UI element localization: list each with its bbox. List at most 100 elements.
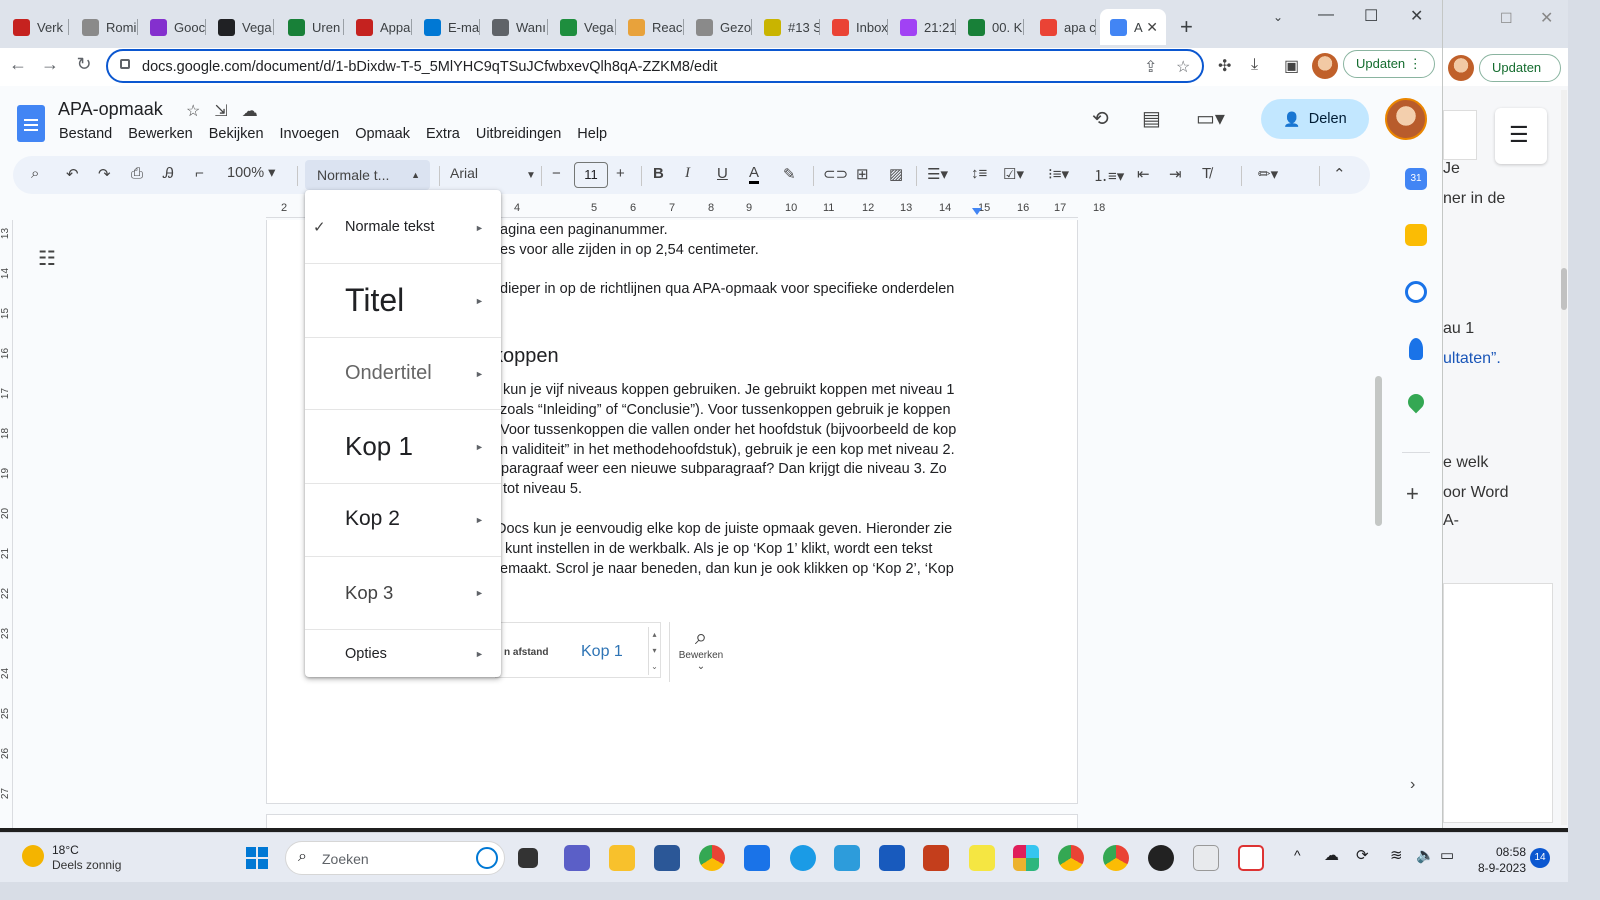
bookmark-star-icon[interactable]: ☆ — [1176, 57, 1190, 77]
back-icon[interactable]: ← — [6, 54, 30, 75]
tab[interactable]: E-ma — [414, 9, 480, 45]
wifi-icon[interactable]: ≋ — [1390, 846, 1403, 864]
document-page-next[interactable] — [266, 814, 1078, 828]
tab[interactable]: Inbox — [822, 9, 888, 45]
add-comment-icon[interactable]: ⊞ — [856, 165, 869, 183]
update-button[interactable]: Updaten ⋮ — [1343, 50, 1435, 78]
body-text-line[interactable]: agina een paginanummer. — [500, 222, 668, 238]
zoom-select[interactable]: 100% ▾ — [227, 165, 275, 181]
bulleted-list-icon[interactable]: ⁝≡▾ — [1048, 165, 1069, 183]
bg-link[interactable]: ultaten”. — [1443, 350, 1501, 368]
notification-badge[interactable]: 14 — [1530, 848, 1550, 868]
menu-item-uitbreidingen[interactable]: Uitbreidingen — [476, 126, 561, 142]
underline-icon[interactable]: U — [717, 165, 728, 182]
numbered-list-icon[interactable]: ⒈≡▾ — [1093, 165, 1124, 186]
maps-icon[interactable] — [1404, 390, 1428, 414]
body-text-line[interactable]: es voor alle zijden in op 2,54 centimete… — [500, 242, 759, 258]
menu-item-bekijken[interactable]: Bekijken — [209, 126, 264, 142]
body-text-line[interactable]: emaakt. Scrol je naar beneden, dan kun j… — [500, 561, 954, 577]
file-explorer-icon[interactable] — [609, 845, 635, 871]
spellcheck-icon[interactable]: Ꭿ — [163, 165, 174, 182]
print-icon[interactable]: ⎙ — [131, 165, 143, 182]
profile-avatar[interactable] — [1312, 53, 1338, 79]
collapse-menus-icon[interactable]: ⌃ — [1333, 165, 1346, 183]
app-icon[interactable] — [834, 845, 860, 871]
lock-icon[interactable] — [120, 59, 130, 69]
task-view-icon[interactable] — [518, 848, 538, 868]
minimize-icon[interactable]: — — [1318, 6, 1334, 24]
media-player-icon[interactable] — [1148, 845, 1174, 871]
line-spacing-icon[interactable]: ↕≡ — [971, 165, 987, 182]
store-icon[interactable] — [654, 845, 680, 871]
powerpoint-icon[interactable] — [923, 845, 949, 871]
style-option-title[interactable]: Titel ► — [305, 264, 501, 338]
search-menus-icon[interactable]: ⌕ — [31, 165, 39, 182]
forward-icon[interactable]: → — [38, 54, 62, 75]
link-icon[interactable]: ⊂⊃ — [823, 165, 848, 183]
version-history-icon[interactable]: ⟲ — [1092, 106, 1109, 131]
tab[interactable]: #13 S — [754, 9, 820, 45]
calendar-icon[interactable]: 31 — [1405, 168, 1427, 190]
side-panel-icon[interactable]: ▣ — [1284, 56, 1299, 76]
star-icon[interactable]: ☆ — [186, 103, 214, 120]
menu-item-extra[interactable]: Extra — [426, 126, 460, 142]
font-select[interactable]: Arial ▼ — [450, 165, 536, 181]
body-text-line[interactable]: Docs kun je eenvoudig elke kop de juiste… — [496, 521, 952, 537]
tab[interactable]: Romi — [72, 9, 138, 45]
insert-image-icon[interactable]: ▨ — [889, 165, 903, 183]
checklist-icon[interactable]: ☑▾ — [1003, 165, 1024, 183]
paragraph-style-select[interactable]: Normale t... — [305, 160, 430, 190]
body-text-line[interactable]: paragraaf weer een nieuwe subparagraaf? … — [501, 461, 947, 477]
tab[interactable]: Reac — [618, 9, 684, 45]
clear-formatting-icon[interactable]: T̸ — [1202, 165, 1211, 182]
menu-button[interactable]: ☰ — [1495, 108, 1547, 164]
volume-icon[interactable]: 🔈 — [1416, 846, 1435, 864]
contacts-icon[interactable] — [1409, 338, 1423, 360]
tab[interactable]: Gooc — [140, 9, 206, 45]
mijnhp-icon[interactable] — [744, 845, 770, 871]
tab[interactable]: Gezo — [686, 9, 752, 45]
menu-item-bewerken[interactable]: Bewerken — [128, 126, 192, 142]
chrome-profile-icon[interactable] — [1058, 845, 1084, 871]
docs-logo-icon[interactable] — [17, 105, 45, 142]
maximize-icon[interactable]: ☐ — [1500, 10, 1513, 27]
reload-icon[interactable]: ↻ — [72, 54, 96, 75]
tab-close-icon[interactable]: ✕ — [1146, 19, 1158, 36]
style-option-normal[interactable]: ✓ Normale tekst ► — [305, 190, 501, 264]
update-button-2[interactable]: Updaten — [1479, 54, 1561, 82]
document-outline-icon[interactable]: ☷ — [38, 246, 56, 271]
cloud-status-icon[interactable]: ☁ — [242, 103, 272, 120]
chrome-icon[interactable] — [699, 845, 725, 871]
align-icon[interactable]: ☰▾ — [927, 165, 948, 183]
text-color-icon[interactable]: A — [749, 165, 760, 184]
style-option-heading-3[interactable]: Kop 3 ► — [305, 557, 501, 630]
increase-indent-icon[interactable]: ⇥ — [1169, 165, 1182, 183]
show-side-panel-icon[interactable]: › — [1410, 776, 1415, 794]
body-text-line[interactable]: dieper in op de richtlijnen qua APA-opma… — [500, 281, 954, 297]
tab[interactable]: 00. K — [958, 9, 1024, 45]
style-option-subtitle[interactable]: Ondertitel ► — [305, 338, 501, 410]
maximize-icon[interactable]: ☐ — [1364, 6, 1378, 26]
taskbar-search[interactable]: ⌕ Zoeken — [285, 841, 505, 875]
share-button[interactable]: 👤 Delen — [1261, 99, 1369, 139]
clock[interactable]: 08:58 8-9-2023 — [1474, 844, 1526, 876]
style-option-heading-1[interactable]: Kop 1 ► — [305, 410, 501, 484]
chrome-profile-icon[interactable] — [1103, 845, 1129, 871]
body-text-line[interactable]: kunt instellen in de werkbalk. Als je op… — [505, 541, 932, 557]
menu-item-invoegen[interactable]: Invoegen — [280, 126, 340, 142]
onedrive-icon[interactable]: ☁ — [1324, 846, 1339, 864]
sync-icon[interactable]: ⟳ — [1356, 846, 1369, 864]
address-bar[interactable]: docs.google.com/document/d/1-bDixdw-T-5_… — [106, 49, 1204, 83]
new-tab-button[interactable]: + — [1180, 14, 1193, 40]
tab-active[interactable]: A ✕ — [1100, 9, 1166, 45]
tab[interactable]: apa c — [1030, 9, 1096, 45]
account-avatar[interactable] — [1385, 98, 1427, 140]
word-icon[interactable] — [879, 845, 905, 871]
italic-icon[interactable]: I — [685, 165, 690, 182]
meet-icon[interactable]: ▭▾ — [1196, 106, 1225, 131]
increase-font-size-icon[interactable]: + — [616, 165, 625, 182]
body-text-line[interactable]: zoals “Inleiding” of “Conclusie”). Voor … — [500, 402, 951, 418]
editing-mode-icon[interactable]: ✏▾ — [1258, 165, 1278, 183]
url-text[interactable]: docs.google.com/document/d/1-bDixdw-T-5_… — [142, 59, 717, 75]
tab[interactable]: Uren — [278, 9, 344, 45]
